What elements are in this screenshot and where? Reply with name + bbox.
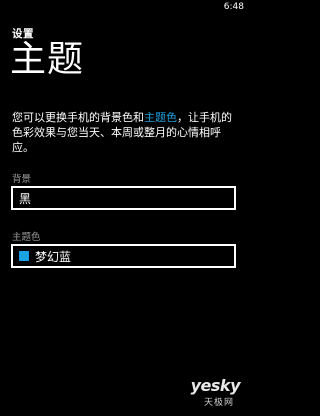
theme-color-label: 主题色 (12, 232, 41, 243)
theme-description: 您可以更换手机的背景色和主题色，让手机的色彩效果与您当天、本周或整月的心情相呼应… (12, 110, 240, 155)
status-bar: 6:48 (0, 0, 250, 14)
page-title: 主题 (10, 39, 85, 80)
theme-color-swatch (19, 251, 29, 261)
theme-color-value: 梦幻蓝 (35, 249, 72, 264)
description-text-start: 您可以更换手机的背景色和 (12, 111, 144, 124)
background-label: 背景 (12, 174, 32, 185)
accent-color-link[interactable]: 主题色 (144, 111, 177, 124)
theme-color-picker[interactable]: 梦幻蓝 (11, 244, 236, 268)
watermark-logo: yesky 天极网 (186, 376, 244, 410)
watermark-brand: yesky (190, 376, 241, 395)
watermark-sub: 天极网 (203, 398, 234, 408)
background-picker[interactable]: 黑 (11, 186, 236, 210)
status-time: 6:48 (223, 2, 244, 12)
background-value: 黑 (19, 191, 32, 206)
